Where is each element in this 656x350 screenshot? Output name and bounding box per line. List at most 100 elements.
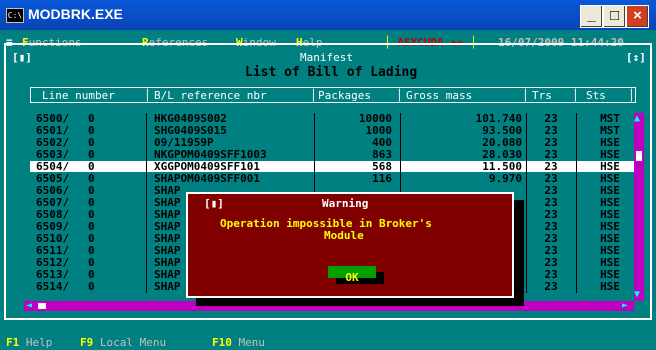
cell-sts: HSE xyxy=(600,148,620,161)
col-line-number[interactable]: Line number xyxy=(42,90,115,102)
cell-sts: MST xyxy=(600,124,620,137)
cell-line: 6510/ xyxy=(36,232,70,245)
cell-bl: SHAP xyxy=(154,220,181,233)
column-divider xyxy=(146,113,147,293)
window-close-marker[interactable]: [▮] xyxy=(12,52,32,64)
cell-line: 6509/ xyxy=(36,220,70,233)
cell-sub: 0 xyxy=(88,208,95,221)
cell-sts: HSE xyxy=(600,268,620,281)
cell-pkg: 10000 xyxy=(358,112,392,125)
cell-bl: SHAP xyxy=(154,208,181,221)
cell-sts: HSE xyxy=(600,136,620,149)
cell-trs: 23 xyxy=(544,160,558,173)
ok-button-label: OK xyxy=(345,271,359,284)
cell-line: 6512/ xyxy=(36,256,70,269)
cell-sts: HSE xyxy=(600,280,620,293)
scroll-thumb[interactable] xyxy=(636,151,642,161)
cell-trs: 23 xyxy=(544,268,558,281)
cell-mass: 20.080 xyxy=(482,136,522,149)
scroll-right-icon[interactable]: ► xyxy=(622,300,628,312)
cell-mass: 9.970 xyxy=(488,172,522,185)
col-packages[interactable]: Packages xyxy=(318,90,371,102)
table-row[interactable]: 6500/0 HKG0409S002 10000 101.740 23 MST xyxy=(30,113,634,124)
cell-line: 6504/ xyxy=(36,160,70,173)
cell-sub: 0 xyxy=(88,268,95,281)
cell-trs: 23 xyxy=(544,196,558,209)
cell-mass: 101.740 xyxy=(475,112,522,125)
header-divider: │ xyxy=(628,89,635,102)
header-divider: │ xyxy=(396,89,403,102)
cell-sub: 0 xyxy=(88,256,95,269)
cell-sts: HSE xyxy=(600,196,620,209)
status-menu[interactable]: F10 Menu xyxy=(212,337,265,349)
cell-bl: SHAP xyxy=(154,196,181,209)
cell-line: 6501/ xyxy=(36,124,70,137)
window-title: MODBRK.EXE xyxy=(28,6,123,22)
scroll-left-icon[interactable]: ◄ xyxy=(26,300,32,312)
dialog-close-marker[interactable]: [▮] xyxy=(204,198,224,210)
cell-trs: 23 xyxy=(544,220,558,233)
cell-bl: SHAP xyxy=(154,268,181,281)
minimize-button[interactable]: _ xyxy=(580,5,603,28)
cell-line: 6507/ xyxy=(36,196,70,209)
cell-sts: MST xyxy=(600,112,620,125)
cell-line: 6513/ xyxy=(36,268,70,281)
col-trs[interactable]: Trs xyxy=(532,90,552,102)
cell-mass: 93.500 xyxy=(482,124,522,137)
cell-sub: 0 xyxy=(88,220,95,233)
hscroll-thumb[interactable] xyxy=(38,303,46,309)
maximize-button[interactable]: □ xyxy=(603,5,626,28)
status-help[interactable]: F1 Help xyxy=(6,337,52,349)
cell-bl: SHAP xyxy=(154,256,181,269)
cell-trs: 23 xyxy=(544,148,558,161)
scroll-up-icon[interactable]: ▲ xyxy=(634,113,640,125)
cell-mass: 11.500 xyxy=(482,160,522,173)
cell-sub: 0 xyxy=(88,160,95,173)
cell-bl: SHAPOM0409SFF001 xyxy=(154,172,260,185)
cell-sub: 0 xyxy=(88,112,95,125)
cell-sts: HSE xyxy=(600,244,620,257)
status-local-menu[interactable]: F9 Local Menu xyxy=(80,337,166,349)
cell-sts: HSE xyxy=(600,232,620,245)
cell-sts: HSE xyxy=(600,208,620,221)
cell-sub: 0 xyxy=(88,280,95,293)
column-divider xyxy=(526,113,527,293)
cell-trs: 23 xyxy=(544,208,558,221)
table-row[interactable]: 6501/0 SHG0409S015 1000 93.500 23 MST xyxy=(30,125,634,136)
cell-line: 6511/ xyxy=(36,244,70,257)
col-gross-mass[interactable]: Gross mass xyxy=(406,90,472,102)
cell-line: 6514/ xyxy=(36,280,70,293)
scroll-down-icon[interactable]: ▼ xyxy=(634,289,640,301)
cell-sub: 0 xyxy=(88,184,95,197)
cell-bl: SHAP xyxy=(154,184,181,197)
table-row-selected[interactable]: 6504/0 XGGPOM0409SFF101 568 11.500 23 HSE xyxy=(30,161,634,172)
cell-bl: NKGPOM0409SFF1003 xyxy=(154,148,267,161)
table-row[interactable]: 6502/0 09/11959P 400 20.080 23 HSE xyxy=(30,137,634,148)
cell-sts: HSE xyxy=(600,220,620,233)
cell-trs: 23 xyxy=(544,244,558,257)
table-row[interactable]: 6505/0 SHAPOM0409SFF001 116 9.970 23 HSE xyxy=(30,173,634,184)
cell-sub: 0 xyxy=(88,124,95,137)
warning-dialog: [▮] Warning Operation impossible in Brok… xyxy=(186,192,514,298)
close-button[interactable]: × xyxy=(626,5,649,28)
table-row[interactable]: 6503/0 NKGPOM0409SFF1003 863 28.030 23 HSE xyxy=(30,149,634,160)
header-divider: │ xyxy=(572,89,579,102)
cell-sts: HSE xyxy=(600,256,620,269)
cell-sts: HSE xyxy=(600,184,620,197)
console-app-icon[interactable]: C:\ xyxy=(6,8,24,23)
cell-bl: HKG0409S002 xyxy=(154,112,227,125)
vertical-scrollbar[interactable]: ▲ ▼ xyxy=(634,113,644,301)
col-sts[interactable]: Sts xyxy=(586,90,606,102)
window-zoom-marker[interactable]: [↕] xyxy=(626,52,646,64)
cell-line: 6505/ xyxy=(36,172,70,185)
ok-button[interactable]: OK xyxy=(328,266,376,284)
cell-sts: HSE xyxy=(600,160,620,173)
cell-line: 6502/ xyxy=(36,136,70,149)
list-title: List of Bill of Lading xyxy=(245,65,418,80)
cell-pkg: 116 xyxy=(372,172,392,185)
col-bl-reference[interactable]: B/L reference nbr xyxy=(154,90,267,102)
cell-pkg: 1000 xyxy=(365,124,393,137)
manifest-title: Manifest xyxy=(300,51,353,64)
cell-trs: 23 xyxy=(544,280,558,293)
cell-trs: 23 xyxy=(544,136,558,149)
